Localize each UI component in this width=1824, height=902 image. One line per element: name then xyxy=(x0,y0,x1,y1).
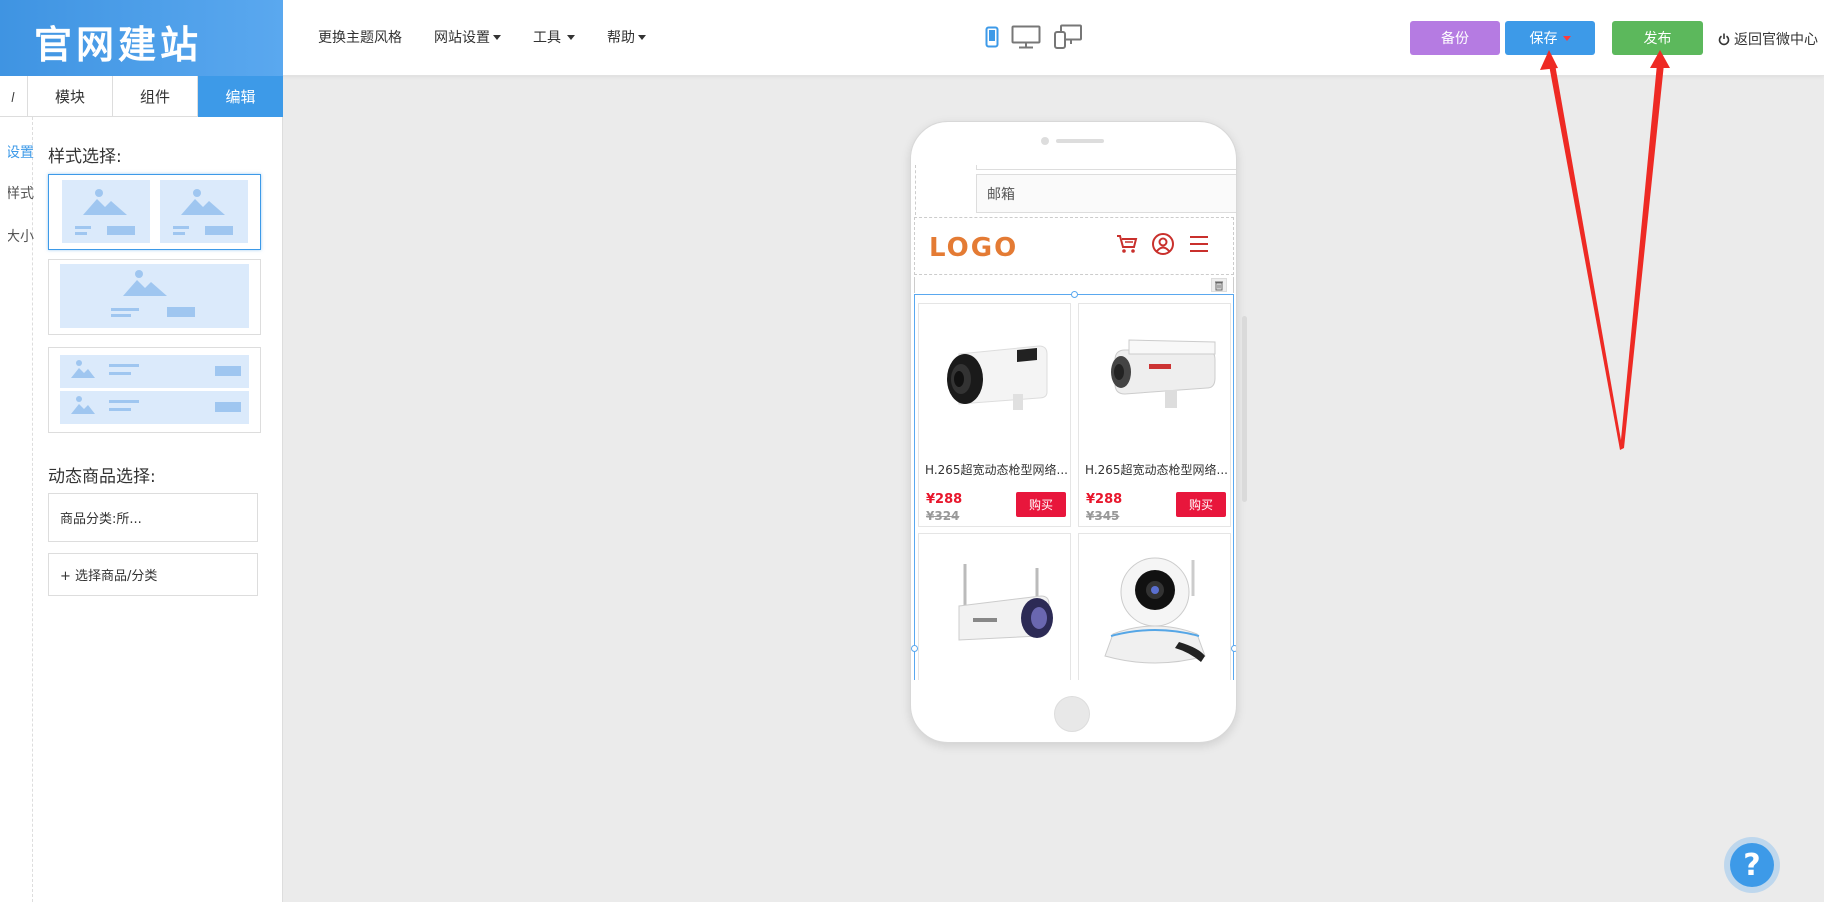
side-item-size[interactable]: 大小 xyxy=(0,226,34,246)
header-icons xyxy=(1115,232,1211,260)
buy-button[interactable]: 购买 xyxy=(1176,492,1226,517)
nav-theme-label: 更换主题风格 xyxy=(318,30,402,46)
caret-down-icon xyxy=(1562,35,1571,41)
product-card[interactable]: H.265超宽动态枪型网络... ¥288 ¥324 购买 xyxy=(918,303,1071,527)
trash-icon[interactable] xyxy=(1211,278,1227,292)
back-to-center-label: 返回官微中心 xyxy=(1734,32,1818,48)
bullet-camera-image xyxy=(947,345,1048,410)
side-item-style[interactable]: 样式 xyxy=(0,183,34,203)
product-price: ¥288 xyxy=(1086,492,1123,507)
device-switcher xyxy=(985,24,1083,50)
wifi-bullet-camera-image xyxy=(958,564,1053,641)
phone-camera xyxy=(1041,137,1049,145)
form-field-top xyxy=(976,165,1236,170)
phone-screen: 邮箱 LOGO H.265超宽动态枪型网络... ¥288 ¥324 购买 H.… xyxy=(911,165,1236,680)
menu-icon[interactable] xyxy=(1187,232,1211,260)
help-button[interactable]: ? xyxy=(1724,837,1780,893)
product-old-price: ¥324 xyxy=(926,509,960,523)
nav-site-settings[interactable]: 网站设置 xyxy=(434,27,501,47)
backup-button[interactable]: 备份 xyxy=(1410,21,1500,55)
nav-site-settings-label: 网站设置 xyxy=(434,30,490,46)
save-button-label: 保存 xyxy=(1529,31,1558,47)
resize-handle[interactable] xyxy=(1231,645,1236,652)
side-item-style-label: 样式 xyxy=(6,186,34,202)
publish-button[interactable]: 发布 xyxy=(1612,21,1703,55)
side-item-settings-label: 设置 xyxy=(6,145,34,161)
tab-edit[interactable]: 编辑 xyxy=(198,76,283,117)
caret-down-icon xyxy=(567,34,575,40)
tab-components[interactable]: 组件 xyxy=(113,76,198,117)
product-name: H.265超宽动态枪型网络... xyxy=(925,463,1068,477)
panel-tabs: 模块 组件 编辑 xyxy=(0,76,283,117)
caret-down-icon xyxy=(493,34,501,40)
resize-handle[interactable] xyxy=(911,645,918,652)
product-name: H.265超宽动态枪型网络... xyxy=(1085,463,1228,477)
help-icon: ? xyxy=(1730,843,1774,887)
nav-tools[interactable]: 工具 xyxy=(533,27,575,47)
resize-handle[interactable] xyxy=(1071,291,1078,298)
caret-down-icon xyxy=(638,34,646,40)
nav-theme[interactable]: 更换主题风格 xyxy=(318,27,402,47)
left-panel: 模块 组件 编辑 设置 样式 大小 样式选择: 动态商品选择: 商品分类:所..… xyxy=(0,76,283,902)
category-select-field[interactable]: 商品分类:所... xyxy=(48,493,258,542)
multi-device-icon[interactable] xyxy=(1053,24,1083,50)
nav-help-label: 帮助 xyxy=(607,30,635,46)
user-icon[interactable] xyxy=(1151,232,1175,260)
mobile-icon[interactable] xyxy=(985,26,999,48)
brand-logo: 官网建站 xyxy=(0,0,283,76)
nav-tools-label: 工具 xyxy=(533,30,561,46)
product-card[interactable]: H.265超宽动态枪型网络... ¥288 ¥345 购买 xyxy=(1078,303,1231,527)
email-input[interactable]: 邮箱 xyxy=(976,174,1236,213)
save-button[interactable]: 保存 xyxy=(1505,21,1595,55)
two-column-preview-icon xyxy=(62,180,248,243)
top-bar: 官网建站 更换主题风格 网站设置 工具 帮助 备份 保存 发布 返回官微中心 xyxy=(0,0,1824,76)
side-item-size-label: 大小 xyxy=(6,229,34,245)
bullet-camera-image xyxy=(1111,339,1216,408)
side-item-settings[interactable]: 设置 xyxy=(8,142,34,166)
nav-help[interactable]: 帮助 xyxy=(607,27,646,47)
phone-preview: 邮箱 LOGO H.265超宽动态枪型网络... ¥288 ¥324 购买 H.… xyxy=(910,121,1237,743)
style-select-title: 样式选择: xyxy=(48,147,122,167)
product-card[interactable] xyxy=(918,533,1071,680)
form-guide-line xyxy=(915,165,916,215)
site-header-module[interactable]: LOGO xyxy=(914,217,1234,275)
desktop-icon[interactable] xyxy=(1011,25,1041,49)
style-option-two-column[interactable] xyxy=(48,174,261,250)
edit-side-menu: 设置 样式 大小 xyxy=(0,117,34,902)
top-nav: 更换主题风格 网站设置 工具 帮助 xyxy=(318,27,646,47)
phone-speaker xyxy=(1056,139,1104,143)
product-old-price: ¥345 xyxy=(1086,509,1120,523)
power-icon xyxy=(1718,33,1730,45)
cart-icon[interactable] xyxy=(1115,232,1139,260)
buy-button[interactable]: 购买 xyxy=(1016,492,1066,517)
dynamic-product-title: 动态商品选择: xyxy=(48,467,156,487)
style-option-single-column[interactable] xyxy=(48,259,261,335)
preview-scrollbar[interactable] xyxy=(1242,316,1247,502)
phone-home-button xyxy=(1054,696,1090,732)
product-card[interactable] xyxy=(1078,533,1231,680)
product-grid-module[interactable]: H.265超宽动态枪型网络... ¥288 ¥324 购买 H.265超宽动态枪… xyxy=(911,291,1236,680)
tab-modules[interactable]: 模块 xyxy=(28,76,113,117)
site-logo: LOGO xyxy=(929,233,1019,263)
single-column-preview-icon xyxy=(60,264,249,328)
tab-hidden[interactable] xyxy=(0,76,28,117)
dome-camera-image xyxy=(1104,557,1206,664)
style-option-list[interactable] xyxy=(48,347,261,433)
product-price: ¥288 xyxy=(926,492,963,507)
select-products-button[interactable]: + 选择商品/分类 xyxy=(48,553,258,596)
back-to-center-link[interactable]: 返回官微中心 xyxy=(1718,29,1818,49)
list-preview-icon xyxy=(60,355,249,424)
